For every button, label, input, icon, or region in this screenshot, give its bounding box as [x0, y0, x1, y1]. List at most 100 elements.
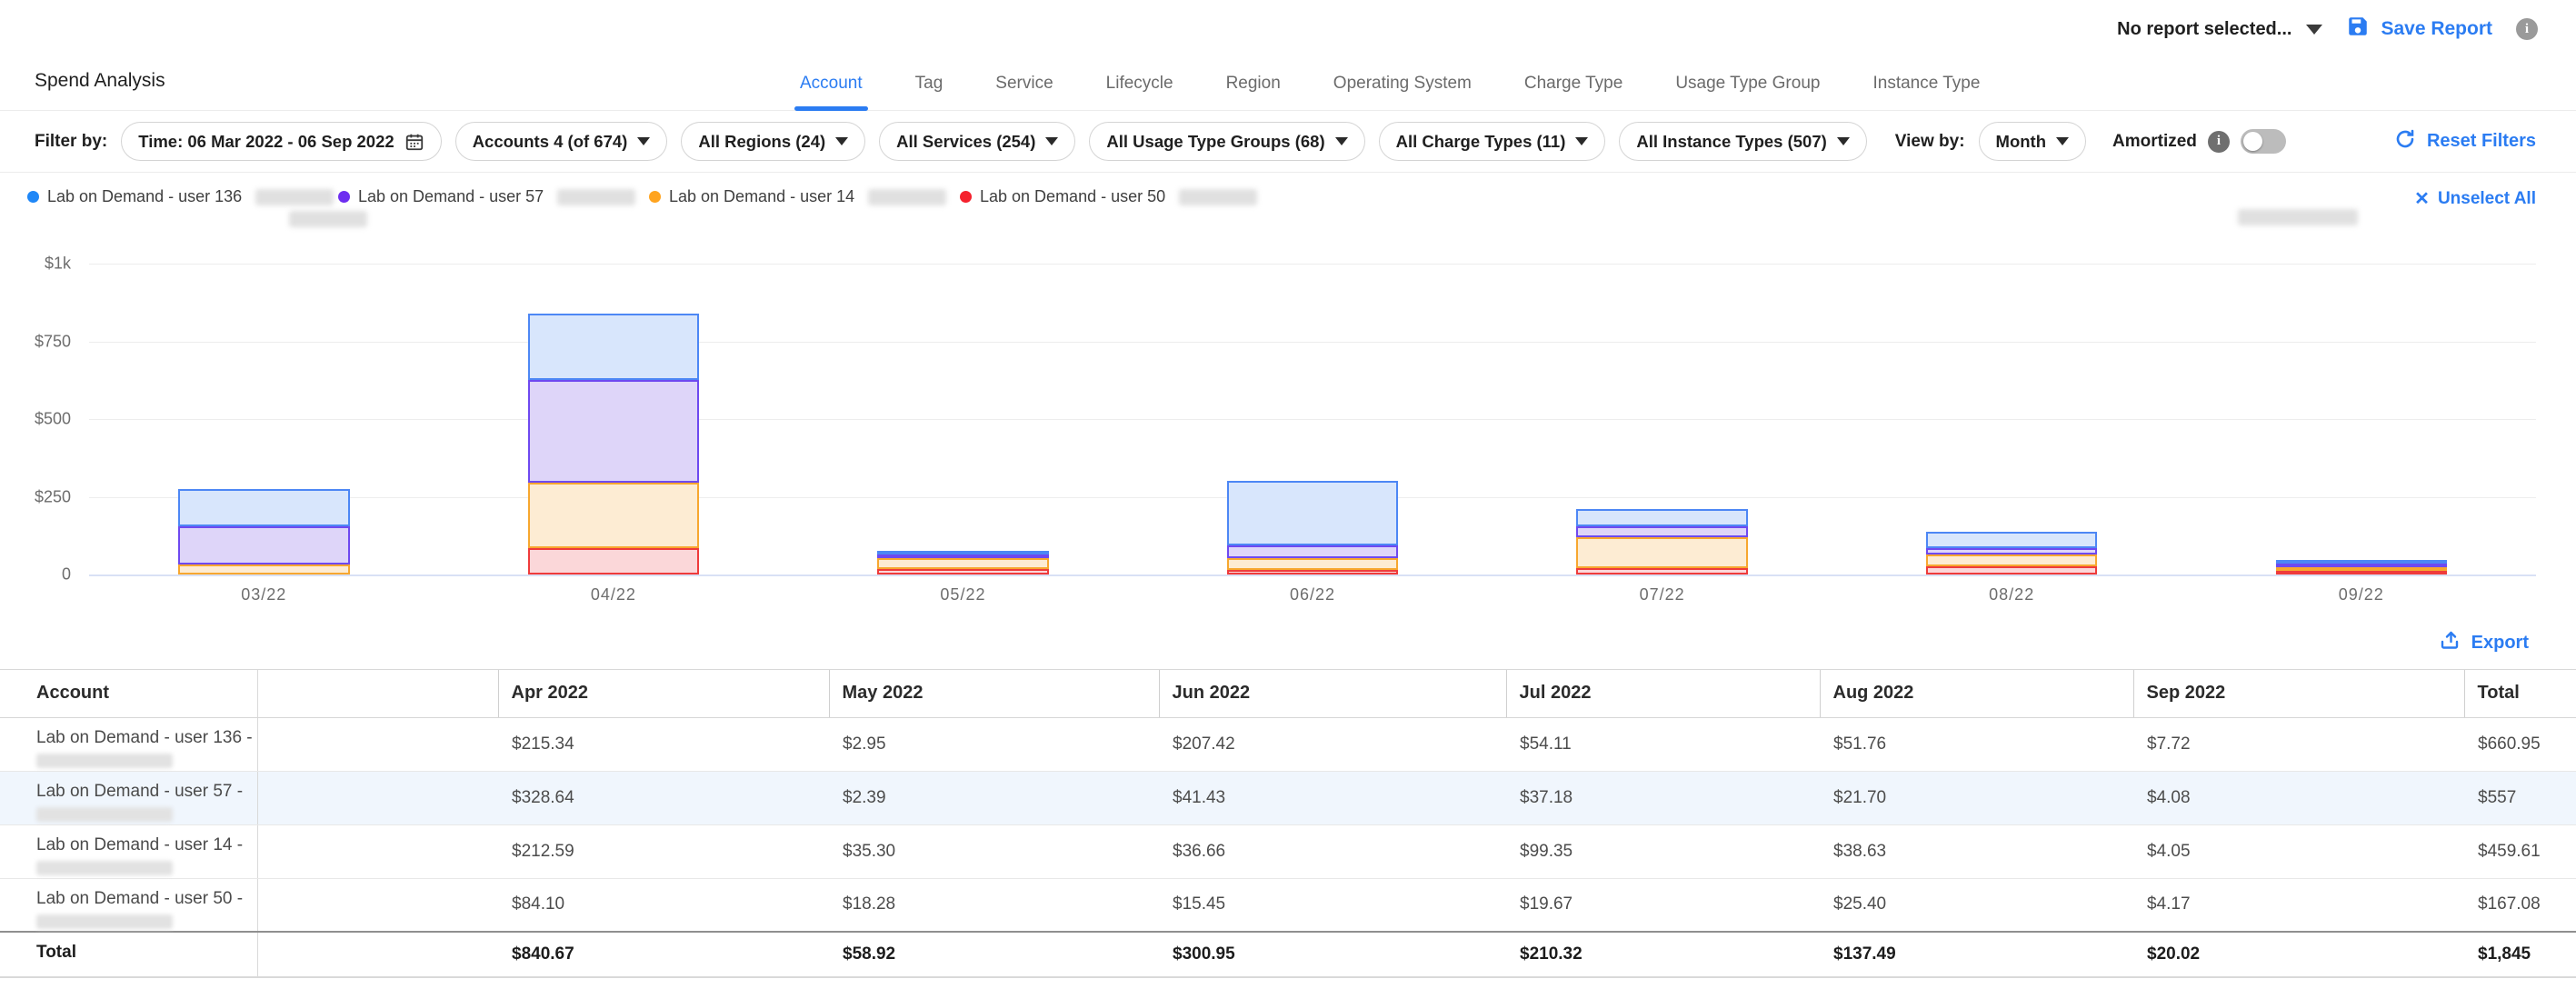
legend-item-user-136[interactable]: Lab on Demand - user 136: [27, 187, 338, 206]
y-tick-label: $1k: [45, 255, 71, 274]
stacked-bar-03/22[interactable]: [178, 489, 349, 574]
legend-item-user-50[interactable]: Lab on Demand - user 50: [960, 187, 1271, 206]
column-header-sep[interactable]: Sep 2022: [2133, 670, 2464, 717]
title-bar: Spend Analysis Account Tag Service Lifec…: [0, 44, 2576, 111]
report-selector-dropdown[interactable]: No report selected...: [2117, 19, 2322, 40]
bar-segment[interactable]: [2276, 571, 2447, 574]
tab-region[interactable]: Region: [1226, 74, 1281, 110]
bar-segment[interactable]: [528, 483, 699, 549]
stacked-bar-08/22[interactable]: [1926, 532, 2097, 574]
reset-filters-button[interactable]: Reset Filters: [2394, 128, 2536, 155]
cell-value: $2.95: [829, 717, 1159, 771]
bar-segment[interactable]: [877, 558, 1048, 569]
save-report-button[interactable]: Save Report: [2346, 15, 2492, 44]
instance-types-filter-dropdown[interactable]: All Instance Types (507): [1619, 122, 1866, 161]
bar-segment[interactable]: [528, 548, 699, 574]
bar-segment[interactable]: [1926, 554, 2097, 566]
bar-slot: [2186, 264, 2536, 574]
stacked-bar-05/22[interactable]: [877, 551, 1048, 574]
bar-segment[interactable]: [178, 564, 349, 574]
y-tick-label: $250: [35, 487, 71, 506]
info-icon[interactable]: i: [2208, 131, 2230, 153]
bar-segment[interactable]: [877, 569, 1048, 574]
plot-area: $1k $750 $500 $250 0: [89, 264, 2536, 574]
services-filter-value: All Services (254): [896, 132, 1035, 152]
column-header-jul[interactable]: Jul 2022: [1506, 670, 1820, 717]
view-by-dropdown[interactable]: Month: [1979, 122, 2086, 161]
redacted-text: [255, 189, 334, 205]
legend-label: Lab on Demand - user 57: [358, 187, 544, 206]
column-header-account[interactable]: Account: [0, 670, 257, 717]
amortized-label: Amortized: [2112, 132, 2197, 152]
cell-value: $215.34: [498, 717, 829, 771]
bar-segment[interactable]: [1926, 548, 2097, 554]
legend-label: Lab on Demand - user 136: [47, 187, 242, 206]
column-header-may[interactable]: May 2022: [829, 670, 1159, 717]
bar-segment[interactable]: [1227, 481, 1398, 545]
unselect-all-button[interactable]: ✕ Unselect All: [2414, 187, 2536, 210]
usage-type-groups-filter-dropdown[interactable]: All Usage Type Groups (68): [1089, 122, 1364, 161]
bar-segment[interactable]: [1227, 570, 1398, 574]
cell-value: $4.05: [2133, 824, 2464, 878]
time-filter-button[interactable]: Time: 06 Mar 2022 - 06 Sep 2022: [121, 122, 441, 161]
bar-segment[interactable]: [1227, 545, 1398, 558]
tab-lifecycle[interactable]: Lifecycle: [1106, 74, 1173, 110]
cell-value: $38.63: [1820, 824, 2133, 878]
tab-charge-type[interactable]: Charge Type: [1524, 74, 1622, 110]
column-header-total[interactable]: Total: [2464, 670, 2576, 717]
stacked-bar-07/22[interactable]: [1576, 509, 1747, 574]
table-row: Lab on Demand - user 14 - $212.59 $35.30…: [0, 824, 2576, 878]
column-header-aug[interactable]: Aug 2022: [1820, 670, 2133, 717]
info-icon[interactable]: i: [2516, 18, 2538, 40]
redacted-text: [557, 189, 635, 205]
bars-row: [89, 264, 2536, 574]
tab-usage-type-group[interactable]: Usage Type Group: [1675, 74, 1820, 110]
bar-segment[interactable]: [178, 526, 349, 564]
cell-value: $51.76: [1820, 717, 2133, 771]
bar-segment[interactable]: [1227, 558, 1398, 570]
amortized-toggle[interactable]: [2241, 129, 2286, 154]
x-tick-label: 04/22: [439, 585, 789, 604]
bar-slot: [1837, 264, 2187, 574]
bar-segment[interactable]: [528, 380, 699, 482]
total-value: $210.32: [1506, 932, 1820, 976]
column-header-apr[interactable]: Apr 2022: [498, 670, 829, 717]
spacer-cell: [257, 771, 498, 824]
export-button[interactable]: Export: [2439, 629, 2529, 656]
bar-segment[interactable]: [1576, 537, 1747, 568]
tab-operating-system[interactable]: Operating System: [1333, 74, 1472, 110]
cell-value: $35.30: [829, 824, 1159, 878]
total-value: $20.02: [2133, 932, 2464, 976]
services-filter-dropdown[interactable]: All Services (254): [879, 122, 1075, 161]
tab-instance-type[interactable]: Instance Type: [1872, 74, 1980, 110]
bar-segment[interactable]: [1926, 566, 2097, 574]
regions-filter-dropdown[interactable]: All Regions (24): [681, 122, 865, 161]
stacked-bar-06/22[interactable]: [1227, 481, 1398, 574]
bar-segment[interactable]: [178, 489, 349, 527]
bar-segment[interactable]: [1576, 526, 1747, 538]
export-icon: [2439, 629, 2461, 656]
account-cell: Lab on Demand - user 50 -: [0, 878, 257, 932]
cell-value: $207.42: [1159, 717, 1506, 771]
bar-segment[interactable]: [1926, 532, 2097, 548]
column-header-jun[interactable]: Jun 2022: [1159, 670, 1506, 717]
y-tick-label: $750: [35, 332, 71, 351]
charge-types-filter-dropdown[interactable]: All Charge Types (11): [1379, 122, 1606, 161]
reset-filters-label: Reset Filters: [2427, 131, 2536, 152]
legend-item-user-14[interactable]: Lab on Demand - user 14: [649, 187, 960, 206]
report-selector-value: No report selected...: [2117, 19, 2291, 40]
toggle-knob: [2243, 132, 2262, 151]
accounts-filter-dropdown[interactable]: Accounts 4 (of 674): [455, 122, 668, 161]
tab-account[interactable]: Account: [800, 74, 863, 110]
stacked-bar-04/22[interactable]: [528, 314, 699, 574]
tab-service[interactable]: Service: [995, 74, 1053, 110]
tab-tag[interactable]: Tag: [915, 74, 944, 110]
instance-types-filter-value: All Instance Types (507): [1636, 132, 1826, 152]
legend-item-user-57[interactable]: Lab on Demand - user 57: [338, 187, 649, 206]
bar-segment[interactable]: [1576, 509, 1747, 526]
stacked-bar-09/22[interactable]: [2276, 560, 2447, 574]
time-filter-value: Time: 06 Mar 2022 - 06 Sep 2022: [138, 132, 394, 152]
bar-segment[interactable]: [1576, 568, 1747, 574]
total-label-cell: Total: [0, 932, 257, 976]
bar-segment[interactable]: [528, 314, 699, 381]
